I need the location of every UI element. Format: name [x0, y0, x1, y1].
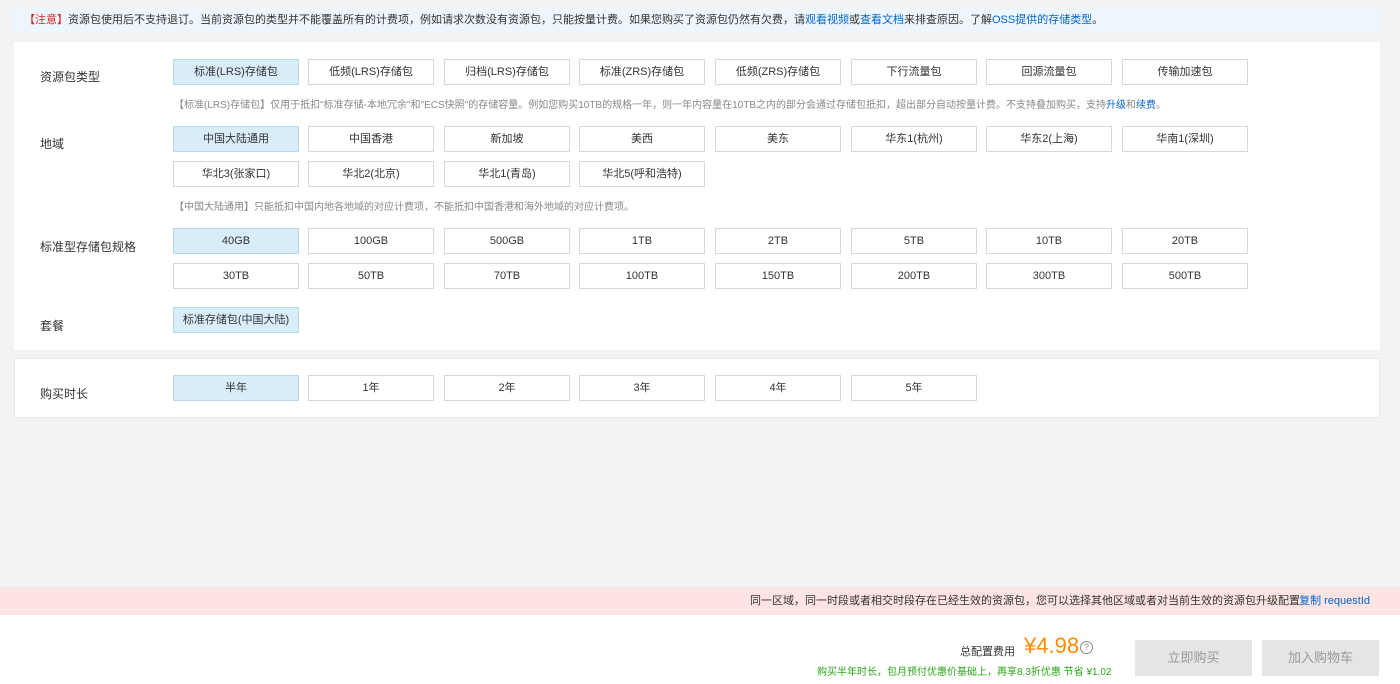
package-hint-text: 【标准(LRS)存储包】仅用于抵扣"标准存储-本地冗余"和"ECS快照"的存储容…: [174, 100, 1107, 111]
spec-option-10tb[interactable]: 10TB: [986, 228, 1112, 254]
spec-option-300tb[interactable]: 300TB: [986, 263, 1112, 289]
total-price: ¥4.98: [1024, 633, 1080, 658]
duration-option-3-years[interactable]: 3年: [579, 375, 705, 401]
region-option-mainland[interactable]: 中国大陆通用: [173, 126, 299, 152]
region-option-beijing[interactable]: 华北2(北京): [308, 161, 434, 187]
buy-now-button[interactable]: 立即购买: [1135, 640, 1252, 676]
package-option-standard-zrs[interactable]: 标准(ZRS)存储包: [579, 59, 705, 85]
spec-option-2tb[interactable]: 2TB: [715, 228, 841, 254]
spec-option-100gb[interactable]: 100GB: [308, 228, 434, 254]
notice-text-2: 来排查原因。了解: [904, 14, 992, 26]
package-option-acceleration[interactable]: 传输加速包: [1122, 59, 1248, 85]
duration-option-4-years[interactable]: 4年: [715, 375, 841, 401]
view-docs-link[interactable]: 查看文档: [860, 14, 904, 26]
total-fee-label: 总配置费用: [960, 646, 1015, 658]
spec-option-500tb[interactable]: 500TB: [1122, 263, 1248, 289]
notice-or: 或: [849, 14, 860, 26]
renew-link[interactable]: 续费: [1136, 100, 1156, 111]
package-option-standard-lrs[interactable]: 标准(LRS)存储包: [173, 59, 299, 85]
help-icon[interactable]: ?: [1080, 641, 1093, 654]
package-option-ia-lrs[interactable]: 低频(LRS)存储包: [308, 59, 434, 85]
config-card: 资源包类型 标准(LRS)存储包 低频(LRS)存储包 归档(LRS)存储包 标…: [14, 42, 1380, 350]
notice-bar: 【注意】资源包使用后不支持退订。当前资源包的类型并不能覆盖所有的计费项，例如请求…: [14, 8, 1380, 32]
region-option-zhangjiakou[interactable]: 华北3(张家口): [173, 161, 299, 187]
spec-option-50tb[interactable]: 50TB: [308, 263, 434, 289]
region-option-us-west[interactable]: 美西: [579, 126, 705, 152]
watch-video-link[interactable]: 观看视频: [805, 14, 849, 26]
region-option-shanghai[interactable]: 华东2(上海): [986, 126, 1112, 152]
spec-option-30tb[interactable]: 30TB: [173, 263, 299, 289]
duration-card: 购买时长 半年 1年 2年 3年 4年 5年: [14, 358, 1380, 418]
region-label: 地域: [40, 137, 65, 151]
promo-text: 购买半年时长，包月预付优惠价基础上，再享8.3折优惠 节省 ¥1.02: [817, 667, 1112, 678]
package-type-hint: 【标准(LRS)存储包】仅用于抵扣"标准存储-本地冗余"和"ECS快照"的存储容…: [174, 96, 1166, 111]
notice-end: 。: [1092, 14, 1104, 26]
duration-option-5-years[interactable]: 5年: [851, 375, 977, 401]
notice-text: 资源包使用后不支持退订。当前资源包的类型并不能覆盖所有的计费项，例如请求次数没有…: [68, 14, 805, 26]
spec-label: 标准型存储包规格: [40, 240, 137, 254]
spec-option-40gb[interactable]: 40GB: [173, 228, 299, 254]
package-hint-end: 。: [1156, 100, 1167, 111]
add-to-cart-button[interactable]: 加入购物车: [1262, 640, 1379, 676]
package-option-download-traffic[interactable]: 下行流量包: [851, 59, 977, 85]
copy-request-id-link[interactable]: 复制 requestId: [1299, 587, 1370, 615]
region-option-shenzhen[interactable]: 华南1(深圳): [1122, 126, 1248, 152]
spec-option-500gb[interactable]: 500GB: [444, 228, 570, 254]
plan-option-standard-mainland[interactable]: 标准存储包(中国大陆): [173, 307, 299, 333]
package-option-archive-lrs[interactable]: 归档(LRS)存储包: [444, 59, 570, 85]
package-option-ia-zrs[interactable]: 低频(ZRS)存储包: [715, 59, 841, 85]
region-option-hangzhou[interactable]: 华东1(杭州): [851, 126, 977, 152]
spec-option-200tb[interactable]: 200TB: [851, 263, 977, 289]
duration-option-half-year[interactable]: 半年: [173, 375, 299, 401]
region-option-singapore[interactable]: 新加坡: [444, 126, 570, 152]
package-type-label: 资源包类型: [40, 70, 101, 84]
conflict-tip-bar: 同一区域，同一时段或者相交时段存在已经生效的资源包，您可以选择其他区域或者对当前…: [0, 587, 1400, 615]
package-option-origin-traffic[interactable]: 回源流量包: [986, 59, 1112, 85]
order-footer: 总配置费用 ¥4.98 ? 购买半年时长，包月预付优惠价基础上，再享8.3折优惠…: [0, 615, 1400, 684]
region-option-us-east[interactable]: 美东: [715, 126, 841, 152]
spec-option-1tb[interactable]: 1TB: [579, 228, 705, 254]
upgrade-link[interactable]: 升级: [1106, 100, 1126, 111]
spec-option-150tb[interactable]: 150TB: [715, 263, 841, 289]
spec-option-20tb[interactable]: 20TB: [1122, 228, 1248, 254]
duration-option-1-year[interactable]: 1年: [308, 375, 434, 401]
notice-warning: 【注意】: [24, 14, 68, 26]
spec-option-100tb[interactable]: 100TB: [579, 263, 705, 289]
package-hint-and: 和: [1126, 100, 1137, 111]
storage-types-link[interactable]: OSS提供的存储类型: [992, 14, 1092, 26]
plan-label: 套餐: [40, 319, 65, 333]
conflict-message: 同一区域，同一时段或者相交时段存在已经生效的资源包，您可以选择其他区域或者对当前…: [750, 595, 1300, 607]
region-option-qingdao[interactable]: 华北1(青岛): [444, 161, 570, 187]
duration-option-2-years[interactable]: 2年: [444, 375, 570, 401]
duration-label: 购买时长: [40, 387, 89, 401]
region-option-hohhot[interactable]: 华北5(呼和浩特): [579, 161, 705, 187]
region-option-hongkong[interactable]: 中国香港: [308, 126, 434, 152]
spec-option-70tb[interactable]: 70TB: [444, 263, 570, 289]
spec-option-5tb[interactable]: 5TB: [851, 228, 977, 254]
region-hint: 【中国大陆通用】只能抵扣中国内地各地域的对应计费项，不能抵扣中国香港和海外地域的…: [174, 202, 634, 213]
